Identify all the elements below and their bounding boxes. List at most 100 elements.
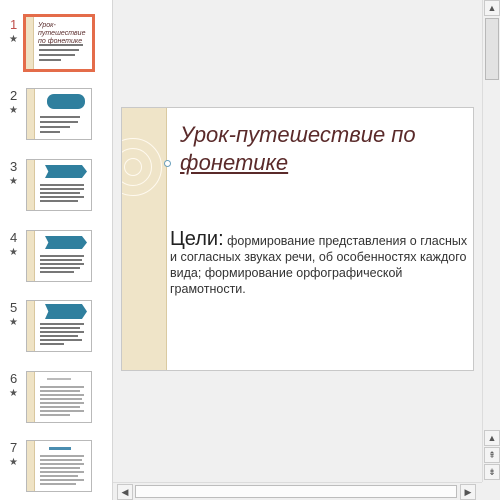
thumbnail-text-line	[40, 343, 64, 345]
animation-star-icon: ★	[9, 176, 18, 187]
animation-star-icon: ★	[9, 247, 18, 258]
slide-thumbnail-row[interactable]: 6 ★	[0, 371, 112, 431]
thumbnail-text-line	[40, 414, 70, 416]
thumbnail-text-line	[40, 131, 60, 133]
slide-number: 5	[10, 300, 18, 315]
animation-star-icon: ★	[9, 317, 18, 328]
scroll-right-arrow-icon[interactable]: ▶	[460, 484, 476, 500]
thumbnail-text-line	[39, 49, 79, 51]
slide-title-placeholder[interactable]: Урок-путешествие по фонетике	[180, 121, 470, 177]
slide-thumbnail-row[interactable]: 7 ★	[0, 440, 112, 500]
slide-title-line-2: фонетике	[180, 150, 289, 175]
thumbnail-decor-band	[27, 372, 35, 422]
animation-star-icon: ★	[9, 105, 18, 116]
thumbnail-text-line	[40, 386, 84, 388]
thumbnail-title: Урок-путешествие по фонетике	[38, 22, 86, 45]
slide-thumbnail-3[interactable]	[26, 159, 92, 211]
thumbnail-text-line	[40, 126, 70, 128]
thumbnail-text-line	[40, 398, 82, 400]
thumbnail-text-line	[40, 483, 76, 485]
scroll-left-arrow-icon[interactable]: ◀	[117, 484, 133, 500]
slide-body-placeholder[interactable]: Цели: формирование представления о гласн…	[170, 228, 470, 297]
thumbnail-text-line	[39, 44, 83, 46]
slide-number: 7	[10, 440, 18, 455]
decor-ring	[124, 158, 142, 176]
thumbnail-text-line	[40, 259, 82, 261]
thumbnail-decor-band	[27, 89, 35, 139]
slide-editing-area[interactable]: Урок-путешествие по фонетике Цели: форми…	[113, 0, 482, 482]
slide-thumbnail-row[interactable]: 1 ★ Урок-путешествие по фонетике	[0, 14, 112, 77]
thumbnail-text-line	[40, 200, 78, 202]
slide-thumbnail-1[interactable]: Урок-путешествие по фонетике	[23, 14, 95, 72]
thumbnail-text-line	[40, 410, 84, 412]
vertical-scrollbar[interactable]: ▲ ⇞ ⇟ ▲	[482, 0, 500, 482]
horizontal-scroll-thumb[interactable]	[135, 485, 457, 498]
current-slide[interactable]: Урок-путешествие по фонетике Цели: форми…	[121, 107, 474, 371]
thumbnail-text-line	[39, 54, 75, 56]
slide-thumbnail-row[interactable]: 3 ★	[0, 159, 112, 219]
next-slide-icon[interactable]: ⇟	[484, 464, 500, 480]
thumbnail-decor-band	[27, 160, 35, 210]
animation-star-icon: ★	[9, 34, 18, 45]
thumbnail-decor-band	[26, 17, 34, 69]
thumbnail-text-line	[40, 463, 84, 465]
thumbnail-text-line	[40, 331, 84, 333]
thumbnail-text-line	[40, 394, 84, 396]
thumbnail-text-line	[40, 406, 80, 408]
thumbnail-text-line	[40, 335, 78, 337]
thumbnail-banner	[45, 304, 87, 319]
thumbnail-text-line	[47, 378, 71, 380]
slide-number: 2	[10, 88, 18, 103]
thumbnail-text-line	[40, 255, 84, 257]
slide-number: 4	[10, 230, 18, 245]
thumbnail-text-line	[40, 192, 80, 194]
slide-thumbnail-row[interactable]: 2 ★	[0, 88, 112, 148]
thumbnail-decor-band	[27, 231, 35, 281]
slide-thumbnail-6[interactable]	[26, 371, 92, 423]
thumbnail-banner	[45, 236, 87, 249]
thumbnail-text-line	[40, 271, 74, 273]
thumbnail-banner	[47, 94, 85, 109]
thumbnail-text-line	[49, 447, 71, 450]
thumbnail-banner	[45, 165, 87, 178]
decor-dot	[164, 160, 171, 167]
slide-thumbnail-7[interactable]	[26, 440, 92, 492]
thumbnail-text-line	[40, 390, 80, 392]
thumbnail-text-line	[40, 323, 84, 325]
thumbnail-text-line	[40, 184, 84, 186]
scrollbar-corner	[482, 482, 500, 500]
thumbnail-text-line	[40, 467, 80, 469]
thumbnail-text-line	[40, 459, 82, 461]
thumbnail-decor-band	[27, 301, 35, 351]
animation-star-icon: ★	[9, 457, 18, 468]
scroll-up-arrow-icon[interactable]: ▲	[484, 430, 500, 446]
goals-label: Цели:	[170, 228, 224, 250]
vertical-scroll-thumb[interactable]	[485, 18, 499, 80]
thumbnail-text-line	[40, 339, 82, 341]
slide-thumbnail-4[interactable]	[26, 230, 92, 282]
slide-thumbnail-row[interactable]: 4 ★	[0, 230, 112, 290]
scroll-top-arrow-icon[interactable]: ▲	[484, 0, 500, 16]
slide-number: 1	[10, 17, 18, 32]
thumbnail-text-line	[39, 59, 61, 61]
slide-number: 3	[10, 159, 18, 174]
previous-slide-icon[interactable]: ⇞	[484, 447, 500, 463]
thumbnail-text-line	[40, 263, 84, 265]
thumbnail-text-line	[40, 471, 84, 473]
thumbnail-decor-band	[27, 441, 35, 491]
thumbnail-text-line	[40, 121, 78, 123]
slide-title-line-1: Урок-путешествие по	[180, 122, 416, 147]
thumbnail-text-line	[40, 188, 84, 190]
horizontal-scrollbar[interactable]: ◀ ▶	[113, 482, 482, 500]
slide-thumbnail-2[interactable]	[26, 88, 92, 140]
thumbnail-text-line	[40, 116, 80, 118]
thumbnail-text-line	[40, 479, 84, 481]
slide-number: 6	[10, 371, 18, 386]
thumbnail-text-line	[40, 475, 78, 477]
slide-thumbnail-panel: 1 ★ Урок-путешествие по фонетике 2 ★ 3 ★	[0, 0, 113, 500]
thumbnail-text-line	[40, 327, 80, 329]
slide-thumbnail-row[interactable]: 5 ★	[0, 300, 112, 360]
slide-thumbnail-5[interactable]	[26, 300, 92, 352]
slide-decor-band	[122, 108, 167, 370]
animation-star-icon: ★	[9, 388, 18, 399]
